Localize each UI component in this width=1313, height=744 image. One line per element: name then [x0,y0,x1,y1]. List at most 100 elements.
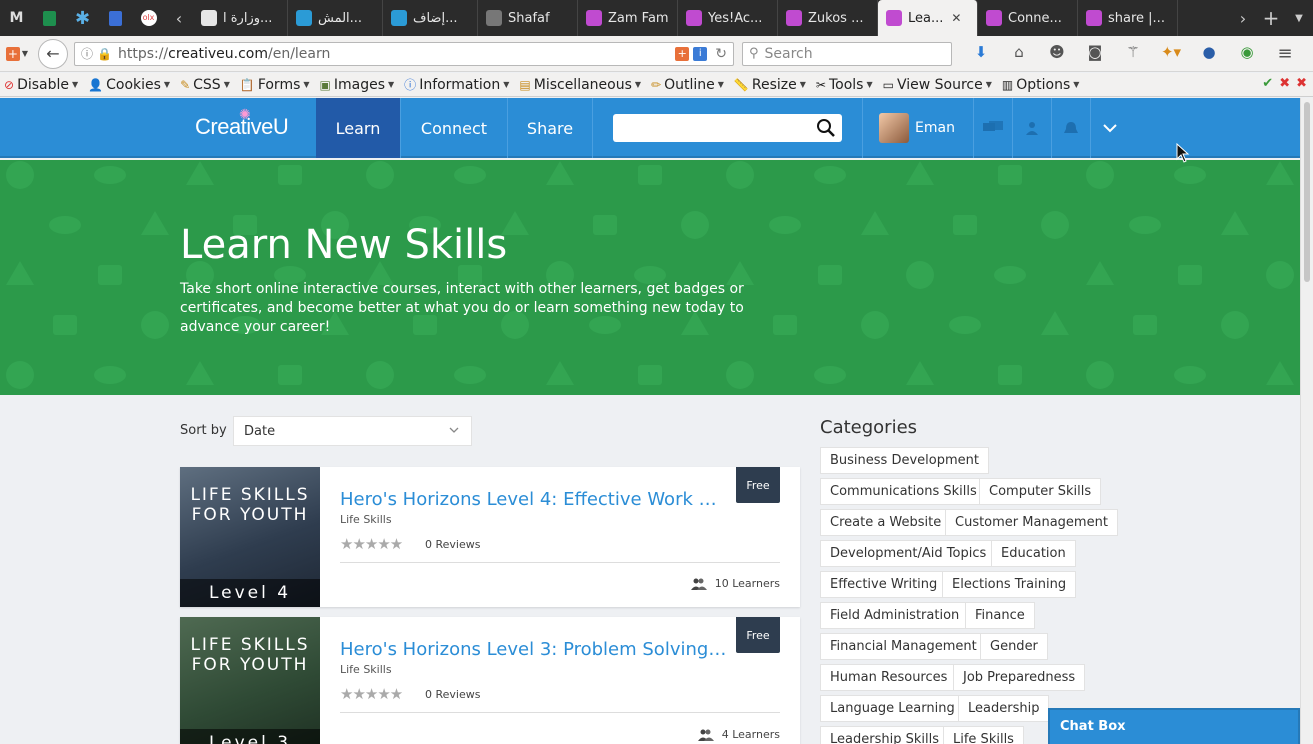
browser-search-input[interactable]: ⚲ Search [742,41,952,66]
course-card[interactable]: LIFE SKILLS FOR YOUTH Level 4 Hero's Hor… [180,467,800,607]
back-button[interactable]: ← [38,38,68,69]
dev-tools[interactable]: ✂ Tools ▼ [816,77,873,93]
site-search-input[interactable] [613,114,842,142]
sort-select[interactable]: Date [233,416,472,446]
dev-cookies[interactable]: 👤 Cookies ▼ [88,77,170,93]
addon-info-icon[interactable]: i [693,46,708,61]
chat-box[interactable]: Chat Box [1048,708,1300,744]
category-chip[interactable]: Gender [980,633,1048,660]
tabs-scroll-left[interactable]: ‹ [165,9,193,28]
dev-options[interactable]: ▥ Options ▼ [1002,77,1080,93]
pocket-icon[interactable]: ◙ [1076,43,1114,64]
user-name[interactable]: Eman [915,120,955,136]
browser-tab[interactable]: Zukos ... [778,0,878,36]
course-thumbnail[interactable]: LIFE SKILLS FOR YOUTH Level 3 [180,617,320,744]
browser-tab[interactable]: Shafaf [478,0,578,36]
profile-icon[interactable] [1011,98,1051,158]
url-bar[interactable]: ⓘ 🔒 https://creativeu.com/en/learn + i ↻ [74,41,734,66]
category-chip[interactable]: Leadership Skills [820,726,949,744]
dev-miscellaneous[interactable]: ▤ Miscellaneous ▼ [519,77,641,93]
category-chip[interactable]: Create a Website [820,509,952,536]
error-icon[interactable]: ✖ [1279,76,1290,91]
creativeu-logo[interactable]: CreativeU ✺ [195,106,289,140]
dev-images[interactable]: ▣ Images ▼ [320,77,395,93]
new-tab-button[interactable]: + [1257,6,1285,30]
color-wheel-icon[interactable]: ◉ [1228,43,1266,64]
page-scrollbar[interactable] [1300,98,1313,744]
category-chip[interactable]: Field Administration [820,602,970,629]
notifications-icon[interactable] [1050,98,1090,158]
category-chip[interactable]: Communications Skills [820,478,987,505]
search-icon[interactable] [816,118,836,138]
category-chip[interactable]: Financial Management [820,633,987,660]
sheets-pinned-tab[interactable] [33,0,66,36]
download-icon[interactable]: ⬇ [962,43,1000,64]
tabs-scroll-right[interactable]: › [1229,9,1257,28]
messages-icon[interactable] [972,98,1012,158]
scrollbar-thumb[interactable] [1304,102,1310,282]
browser-tab[interactable]: إضاف... [383,0,478,36]
category-chip[interactable]: Development/Aid Topics [820,540,997,567]
browser-tab[interactable]: Conne... [978,0,1078,36]
dev-resize[interactable]: 📏 Resize ▼ [734,77,806,93]
dev-outline[interactable]: ✏ Outline ▼ [651,77,724,93]
nav-share[interactable]: Share [507,98,593,158]
course-card[interactable]: LIFE SKILLS FOR YOUTH Level 3 Hero's Hor… [180,617,800,744]
course-reviews: 0 Reviews [425,688,481,701]
category-chip[interactable]: Finance [965,602,1035,629]
course-title[interactable]: Hero's Horizons Level 4: Effective Work … [340,489,730,510]
close-tab-icon[interactable]: ✕ [951,11,961,25]
category-chip[interactable]: Business Development [820,447,989,474]
wand-icon[interactable]: ⚚ [1114,43,1152,64]
home-icon[interactable]: ⌂ [1000,43,1038,64]
category-chip[interactable]: Job Preparedness [953,664,1086,691]
course-learners: 10 Learners [690,577,780,590]
category-chip[interactable]: Computer Skills [979,478,1102,505]
nav-learn[interactable]: Learn [316,98,400,158]
dev-disable[interactable]: ⊘ Disable ▼ [4,77,78,93]
close-toolbar-icon[interactable]: ✖ [1296,76,1307,91]
browser-tab[interactable]: share |... [1078,0,1178,36]
category-chip[interactable]: Life Skills [943,726,1024,744]
asterisk-pinned-tab[interactable]: ✱ [66,0,99,36]
reload-icon[interactable]: ↻ [715,46,727,62]
docs-pinned-tab[interactable] [99,0,132,36]
browser-tab[interactable]: Zam Fam [578,0,678,36]
category-chip[interactable]: Effective Writing [820,571,948,598]
category-chip[interactable]: Elections Training [942,571,1077,598]
category-chip[interactable]: Customer Management [945,509,1118,536]
emoji-icon[interactable]: ☻ [1038,43,1076,64]
dev-css[interactable]: ✎ CSS ▼ [180,77,230,93]
browser-tab[interactable]: Yes!Ac... [678,0,778,36]
category-chip[interactable]: Human Resources [820,664,958,691]
category-chip[interactable]: Education [991,540,1076,567]
gmail-pinned-tab[interactable]: M [0,0,33,36]
nav-connect[interactable]: Connect [400,98,507,158]
category-chip[interactable]: Language Learning [820,695,965,722]
check-icon[interactable]: ✔ [1262,76,1273,91]
dev-view-source[interactable]: ▭ View Source ▼ [883,77,992,93]
dev-information[interactable]: ⓘ Information ▼ [404,76,509,93]
extension-icon[interactable]: ✦▾ [1152,43,1190,64]
web-developer-toolbar: ⊘ Disable ▼ 👤 Cookies ▼ ✎ CSS ▼ 📋 Forms ▼ ▣ Image… [0,73,1313,97]
browser-tab[interactable]: Lea... ✕ [878,0,978,36]
thumbnail-text: LIFE SKILLS FOR YOUTH [190,635,310,675]
category-chip[interactable]: Leadership [958,695,1050,722]
addon-plus-icon[interactable]: + [675,46,690,61]
course-thumbnail[interactable]: LIFE SKILLS FOR YOUTH Level 4 [180,467,320,607]
dev-forms[interactable]: 📋 Forms ▼ [240,77,310,93]
pattern-shape [1221,311,1249,339]
browser-tab[interactable]: المش... [288,0,383,36]
tab-favicon-icon [886,10,902,26]
browser-tab[interactable]: وزارة ا... [193,0,288,36]
olx-pinned-tab[interactable]: olx [132,0,165,36]
hamburger-menu-icon[interactable]: ≡ [1266,43,1304,64]
pattern-shape [638,365,662,385]
course-title[interactable]: Hero's Horizons Level 3: Problem Solving… [340,639,730,660]
user-avatar[interactable] [879,113,909,143]
tab-list-button[interactable]: ▼ [1285,13,1313,24]
addon-menu-button[interactable]: + ▼ [0,39,34,69]
globe-icon[interactable]: ● [1190,43,1228,64]
docs-icon [109,10,122,26]
chevron-down-icon[interactable] [1089,98,1129,158]
